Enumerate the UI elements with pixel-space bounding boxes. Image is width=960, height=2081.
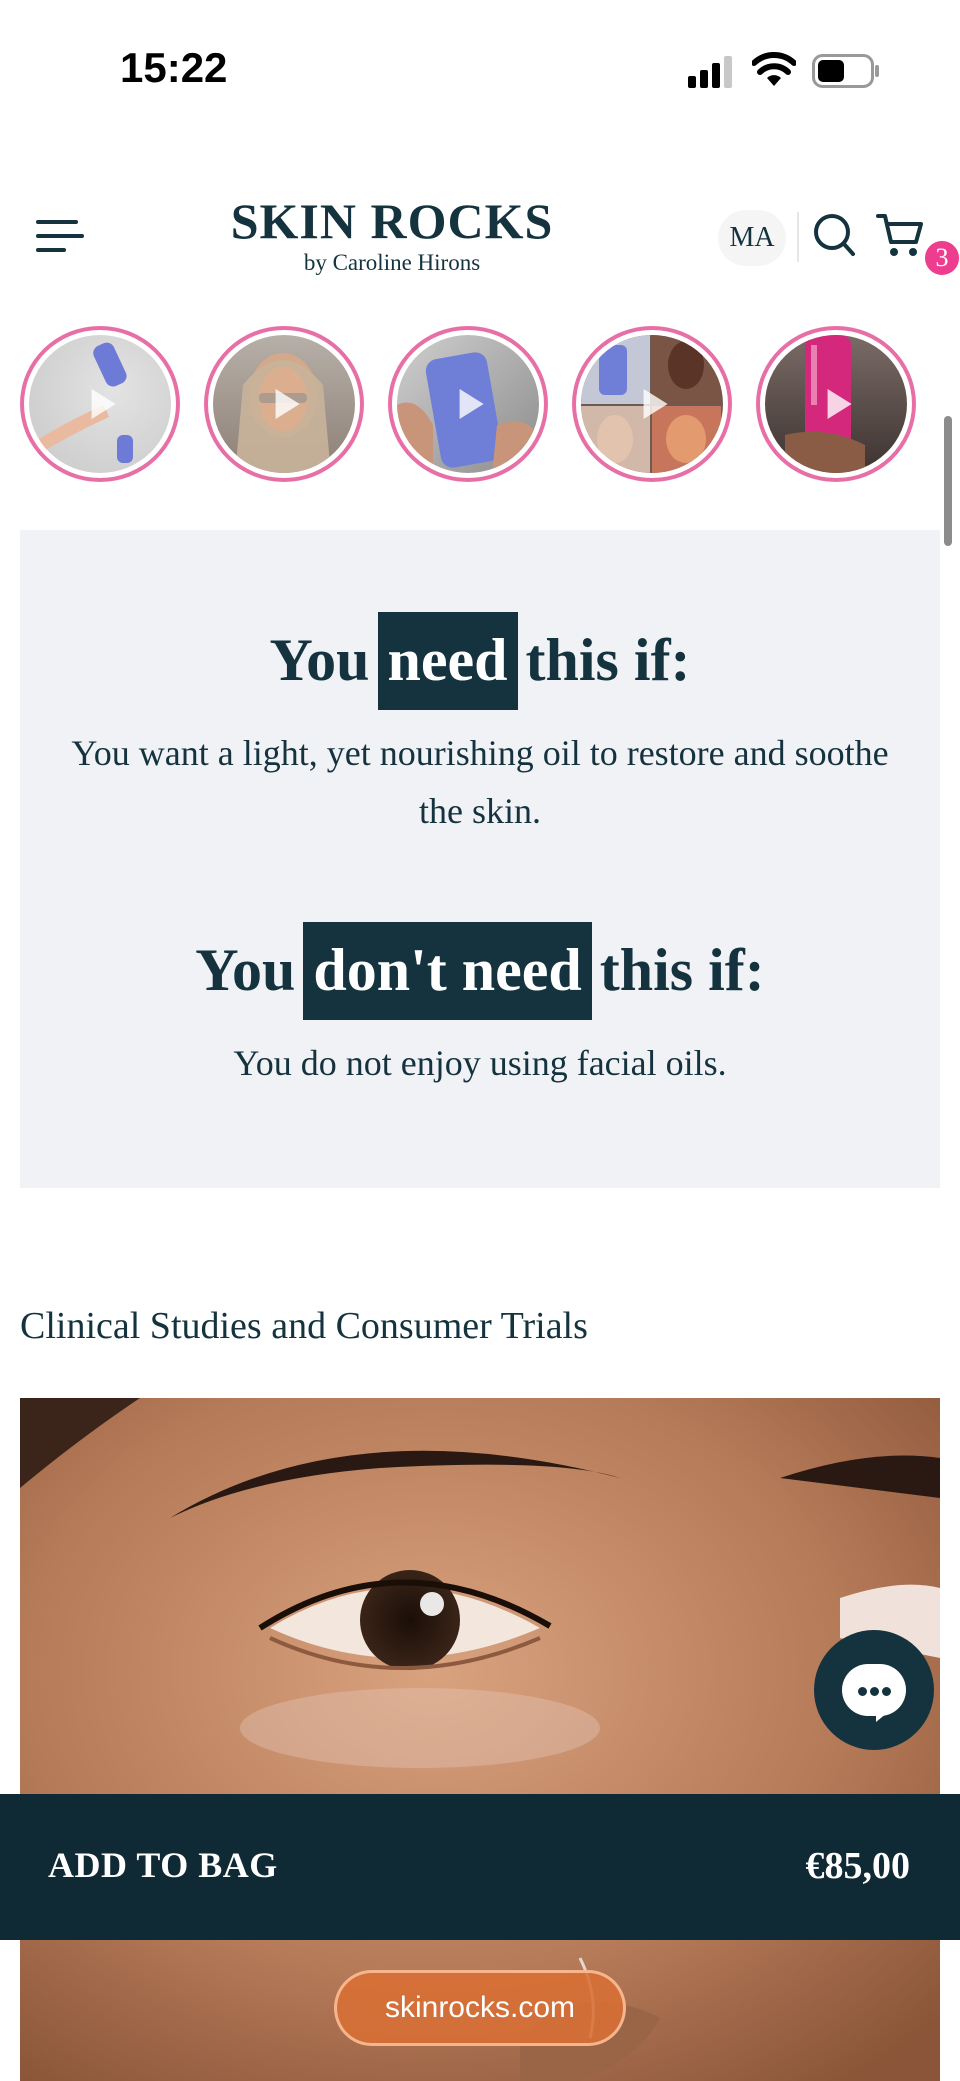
chat-button[interactable] (814, 1630, 934, 1750)
status-bar: 15:22 (0, 0, 960, 140)
add-to-bag-label: ADD TO BAG (48, 1845, 278, 1885)
cellular-signal-icon (688, 56, 732, 88)
need-prefix: You (269, 627, 370, 693)
play-icon (459, 389, 484, 419)
cart-icon[interactable] (876, 210, 926, 260)
chat-dot (882, 1687, 891, 1696)
status-time: 15:22 (120, 44, 228, 91)
dont-need-heading: You don't need this if: (20, 922, 940, 1020)
wifi-icon (752, 52, 796, 86)
play-icon (643, 389, 668, 419)
need-heading: You need this if: (20, 612, 940, 710)
header-divider (797, 212, 799, 262)
logo-sub-text: by Caroline Hirons (303, 250, 481, 275)
play-icon (827, 389, 852, 419)
dont-need-description: You do not enjoy using facial oils. (233, 1043, 727, 1083)
chat-bubble-tail (876, 1704, 898, 1722)
language-selector[interactable]: MA (718, 210, 786, 266)
cart-count-badge: 3 (922, 238, 960, 278)
dont-need-highlight: don't need (303, 922, 592, 1020)
story-video-4[interactable] (572, 326, 732, 482)
brand-logo[interactable]: SKIN ROCKS by Caroline Hirons (180, 196, 604, 276)
logo-main-text: SKIN ROCKS (230, 193, 554, 249)
chat-dot (858, 1687, 867, 1696)
product-price: €85,00 (805, 1845, 911, 1887)
play-icon (91, 389, 116, 419)
story-video-2[interactable] (204, 326, 364, 482)
video-stories-row (0, 324, 960, 484)
need-panel: You need this if: You want a light, yet no… (20, 530, 940, 1188)
need-description: You want a light, yet nourishing oil to … (71, 733, 889, 831)
menu-icon[interactable] (36, 218, 84, 254)
play-icon (275, 389, 300, 419)
site-header: SKIN ROCKS by Caroline Hirons MA (0, 180, 960, 290)
story-video-1[interactable] (20, 326, 180, 482)
dont-need-prefix: You (195, 937, 296, 1003)
battery-icon (812, 54, 879, 88)
story-video-5[interactable] (756, 326, 916, 482)
add-to-bag-button[interactable]: ADD TO BAG €85,00 (0, 1794, 960, 1940)
story-video-3[interactable] (388, 326, 548, 482)
need-suffix: this if: (525, 627, 691, 693)
clinical-section-title: Clinical Studies and Consumer Trials (20, 1305, 588, 1347)
search-icon[interactable] (812, 212, 856, 258)
chat-dot (870, 1687, 879, 1696)
dont-need-suffix: this if: (599, 937, 765, 1003)
browser-url-pill[interactable]: skinrocks.com (334, 1970, 626, 2046)
need-highlight: need (377, 612, 518, 710)
page-scrollbar[interactable] (944, 416, 952, 546)
